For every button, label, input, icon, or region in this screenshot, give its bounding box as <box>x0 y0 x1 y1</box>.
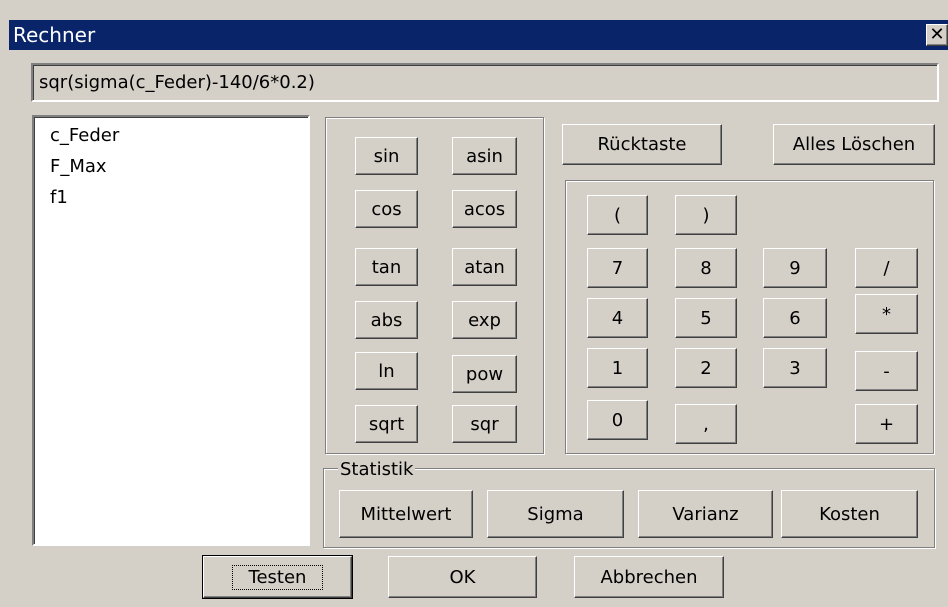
mittelwert-button[interactable]: Mittelwert <box>339 490 473 538</box>
key-6-button[interactable]: 6 <box>763 298 827 338</box>
backspace-button[interactable]: Rücktaste <box>562 124 722 165</box>
list-item[interactable]: f1 <box>50 187 68 208</box>
abbrechen-button[interactable]: Abbrechen <box>574 556 724 598</box>
divide-button[interactable]: / <box>855 248 918 288</box>
key-4-button[interactable]: 4 <box>587 298 648 338</box>
acos-button[interactable]: acos <box>452 190 517 228</box>
key-5-button[interactable]: 5 <box>675 298 737 338</box>
close-button[interactable]: ✕ <box>926 24 948 46</box>
formula-text: sqr(sigma(c_Feder)-140/6*0.2) <box>39 72 315 93</box>
calculator-dialog: Rechner ✕ sqr(sigma(c_Feder)-140/6*0.2) … <box>0 0 948 607</box>
sqr-button[interactable]: sqr <box>452 405 517 443</box>
plus-button[interactable]: + <box>855 404 918 444</box>
key-2-button[interactable]: 2 <box>675 348 737 388</box>
sqrt-button[interactable]: sqrt <box>355 405 418 443</box>
kosten-button[interactable]: Kosten <box>781 490 918 538</box>
title-bar[interactable]: Rechner ✕ <box>9 20 948 50</box>
close-icon: ✕ <box>929 23 945 45</box>
clear-all-button[interactable]: Alles Löschen <box>773 124 935 165</box>
atan-button[interactable]: atan <box>452 248 517 286</box>
testen-button[interactable]: Testen <box>202 555 353 599</box>
testen-label: Testen <box>231 564 324 590</box>
key-3-button[interactable]: 3 <box>763 348 827 388</box>
sin-button[interactable]: sin <box>355 137 418 175</box>
list-item[interactable]: c_Feder <box>50 125 119 146</box>
cos-button[interactable]: cos <box>355 190 418 228</box>
exp-button[interactable]: exp <box>452 301 517 339</box>
varianz-button[interactable]: Varianz <box>638 490 773 538</box>
variable-list[interactable]: c_Feder F_Max f1 <box>32 115 310 546</box>
key-7-button[interactable]: 7 <box>587 248 648 288</box>
statistik-legend: Statistik <box>338 459 416 480</box>
tan-button[interactable]: tan <box>355 248 418 286</box>
abs-button[interactable]: abs <box>355 301 418 339</box>
key-9-button[interactable]: 9 <box>763 248 827 288</box>
window-title: Rechner <box>13 23 96 47</box>
sigma-button[interactable]: Sigma <box>487 490 624 538</box>
comma-button[interactable]: , <box>675 404 737 444</box>
ok-button[interactable]: OK <box>388 556 537 598</box>
asin-button[interactable]: asin <box>452 137 517 175</box>
key-0-button[interactable]: 0 <box>587 400 648 440</box>
close-paren-button[interactable]: ) <box>675 195 737 235</box>
ln-button[interactable]: ln <box>355 352 418 390</box>
pow-button[interactable]: pow <box>452 355 517 393</box>
key-1-button[interactable]: 1 <box>587 348 648 388</box>
formula-field[interactable]: sqr(sigma(c_Feder)-140/6*0.2) <box>31 63 939 102</box>
minus-button[interactable]: - <box>855 351 918 391</box>
key-8-button[interactable]: 8 <box>675 248 737 288</box>
list-item[interactable]: F_Max <box>50 156 107 177</box>
open-paren-button[interactable]: ( <box>587 195 648 235</box>
multiply-button[interactable]: * <box>855 294 918 334</box>
